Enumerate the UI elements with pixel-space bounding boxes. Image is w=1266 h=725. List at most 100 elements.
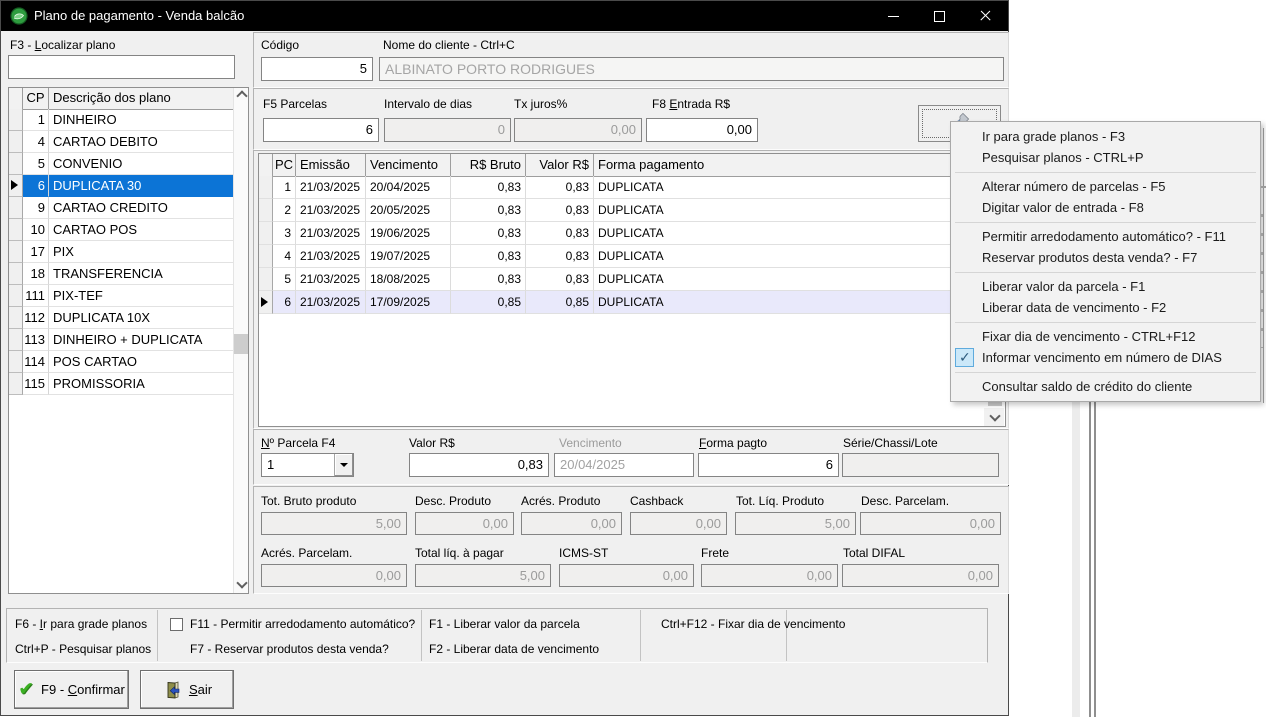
valor-cell[interactable]: 0,83 xyxy=(526,222,594,245)
plan-desc-cell[interactable]: CARTAO CREDITO xyxy=(49,197,233,219)
installments-table[interactable]: PC Emissão Vencimento R$ Bruto Valor R$ … xyxy=(258,153,1006,427)
plan-desc-cell[interactable]: POS CARTAO xyxy=(49,351,233,373)
plan-row[interactable]: 10 CARTAO POS xyxy=(9,219,233,241)
installment-row[interactable]: 4 21/03/2025 19/07/2025 0,83 0,83 DUPLIC… xyxy=(259,245,982,268)
emissao-cell[interactable]: 21/03/2025 xyxy=(296,199,366,222)
pc-cell[interactable]: 6 xyxy=(273,291,296,314)
forma-cell[interactable]: DUPLICATA xyxy=(594,268,982,291)
plan-code-cell[interactable]: 18 xyxy=(23,263,49,285)
column-header-forma[interactable]: Forma pagamento xyxy=(594,154,1005,176)
installment-row[interactable]: 6 21/03/2025 17/09/2025 0,85 0,85 DUPLIC… xyxy=(259,291,982,314)
plan-code-cell[interactable]: 6 xyxy=(23,175,49,197)
plan-row[interactable]: 1 DINHEIRO xyxy=(9,109,233,131)
pc-cell[interactable]: 2 xyxy=(273,199,296,222)
parcelas-field[interactable]: 6 xyxy=(263,118,379,142)
column-header-pc[interactable]: PC xyxy=(273,154,296,176)
bruto-cell[interactable]: 0,83 xyxy=(451,222,526,245)
plan-row[interactable]: 17 PIX xyxy=(9,241,233,263)
plan-desc-cell[interactable]: CARTAO POS xyxy=(49,219,233,241)
plan-row[interactable]: 9 CARTAO CREDITO xyxy=(9,197,233,219)
scroll-down-icon[interactable] xyxy=(236,577,248,589)
plan-row[interactable]: 115 PROMISSORIA xyxy=(9,373,233,395)
plan-row[interactable]: 5 CONVENIO xyxy=(9,153,233,175)
f11-checkbox[interactable] xyxy=(170,618,183,631)
scroll-down-button[interactable] xyxy=(984,408,1004,426)
plan-code-cell[interactable]: 112 xyxy=(23,307,49,329)
vencimento-cell[interactable]: 17/09/2025 xyxy=(366,291,451,314)
codigo-field[interactable]: 5 xyxy=(261,57,373,81)
context-menu-item[interactable]: Ir para grade planos - F3 xyxy=(951,126,1260,147)
emissao-cell[interactable]: 21/03/2025 xyxy=(296,176,366,199)
plan-code-cell[interactable]: 17 xyxy=(23,241,49,263)
plan-code-cell[interactable]: 5 xyxy=(23,153,49,175)
column-header-descricao[interactable]: Descrição dos plano xyxy=(49,88,233,109)
vencimento-cell[interactable]: 18/08/2025 xyxy=(366,268,451,291)
plan-desc-cell[interactable]: PIX xyxy=(49,241,233,263)
forma-cell[interactable]: DUPLICATA xyxy=(594,199,982,222)
emissao-cell[interactable]: 21/03/2025 xyxy=(296,245,366,268)
forma-cell[interactable]: DUPLICATA xyxy=(594,245,982,268)
plan-code-cell[interactable]: 9 xyxy=(23,197,49,219)
pc-cell[interactable]: 3 xyxy=(273,222,296,245)
bruto-cell[interactable]: 0,83 xyxy=(451,268,526,291)
bruto-cell[interactable]: 0,83 xyxy=(451,199,526,222)
maximize-button[interactable] xyxy=(917,1,962,31)
plan-code-cell[interactable]: 115 xyxy=(23,373,49,395)
plan-row[interactable]: 6 DUPLICATA 30 xyxy=(9,175,233,197)
bruto-cell[interactable]: 0,85 xyxy=(451,291,526,314)
plans-table[interactable]: CP Descrição dos plano 1 DINHEIRO 4 CART… xyxy=(8,87,249,594)
context-menu-item[interactable]: Informar vencimento em número de DIAS xyxy=(951,347,1260,368)
vencimento-cell[interactable]: 19/07/2025 xyxy=(366,245,451,268)
plan-row[interactable]: 113 DINHEIRO + DUPLICATA xyxy=(9,329,233,351)
parcela-combobox[interactable]: 1 xyxy=(261,453,354,477)
forma-cell[interactable]: DUPLICATA xyxy=(594,291,982,314)
column-header-cp[interactable]: CP xyxy=(23,88,49,109)
forma-cell[interactable]: DUPLICATA xyxy=(594,222,982,245)
parcela-valor-field[interactable]: 0,83 xyxy=(409,453,549,477)
valor-cell[interactable]: 0,85 xyxy=(526,291,594,314)
minimize-button[interactable] xyxy=(871,1,916,31)
pc-cell[interactable]: 5 xyxy=(273,268,296,291)
plan-code-cell[interactable]: 113 xyxy=(23,329,49,351)
column-header-valor[interactable]: Valor R$ xyxy=(526,154,594,176)
pc-cell[interactable]: 4 xyxy=(273,245,296,268)
emissao-cell[interactable]: 21/03/2025 xyxy=(296,222,366,245)
plan-desc-cell[interactable]: TRANSFERENCIA xyxy=(49,263,233,285)
context-menu-item[interactable]: Liberar data de vencimento - F2 xyxy=(951,297,1260,318)
plans-scrollbar-thumb[interactable] xyxy=(234,334,248,354)
context-menu-item[interactable]: Liberar valor da parcela - F1 xyxy=(951,276,1260,297)
installment-row[interactable]: 5 21/03/2025 18/08/2025 0,83 0,83 DUPLIC… xyxy=(259,268,982,291)
valor-cell[interactable]: 0,83 xyxy=(526,176,594,199)
context-menu-item[interactable]: Permitir arredodamento automático? - F11 xyxy=(951,226,1260,247)
plan-desc-cell[interactable]: CONVENIO xyxy=(49,153,233,175)
plan-row[interactable]: 18 TRANSFERENCIA xyxy=(9,263,233,285)
plan-desc-cell[interactable]: DUPLICATA 10X xyxy=(49,307,233,329)
scroll-up-icon[interactable] xyxy=(236,90,248,102)
plan-code-cell[interactable]: 4 xyxy=(23,131,49,153)
plan-row[interactable]: 111 PIX-TEF xyxy=(9,285,233,307)
bruto-cell[interactable]: 0,83 xyxy=(451,176,526,199)
plan-row[interactable]: 114 POS CARTAO xyxy=(9,351,233,373)
close-button[interactable] xyxy=(963,1,1008,31)
plan-desc-cell[interactable]: CARTAO DEBITO xyxy=(49,131,233,153)
vencimento-cell[interactable]: 20/04/2025 xyxy=(366,176,451,199)
emissao-cell[interactable]: 21/03/2025 xyxy=(296,291,366,314)
titlebar[interactable]: Plano de pagamento - Venda balcão xyxy=(1,1,1008,31)
parcela-combobox-button[interactable] xyxy=(334,454,353,476)
context-menu-item[interactable]: Digitar valor de entrada - F8 xyxy=(951,197,1260,218)
context-menu-item[interactable]: Reservar produtos desta venda? - F7 xyxy=(951,247,1260,268)
pc-cell[interactable]: 1 xyxy=(273,176,296,199)
bruto-cell[interactable]: 0,83 xyxy=(451,245,526,268)
plan-desc-cell[interactable]: DINHEIRO xyxy=(49,109,233,131)
installment-row[interactable]: 3 21/03/2025 19/06/2025 0,83 0,83 DUPLIC… xyxy=(259,222,982,245)
valor-cell[interactable]: 0,83 xyxy=(526,199,594,222)
confirm-button[interactable]: ✔ F9 - Confirmar xyxy=(14,670,129,709)
plan-row[interactable]: 112 DUPLICATA 10X xyxy=(9,307,233,329)
entrada-field[interactable]: 0,00 xyxy=(646,118,758,142)
plan-code-cell[interactable]: 111 xyxy=(23,285,49,307)
emissao-cell[interactable]: 21/03/2025 xyxy=(296,268,366,291)
plan-desc-cell[interactable]: DINHEIRO + DUPLICATA xyxy=(49,329,233,351)
valor-cell[interactable]: 0,83 xyxy=(526,245,594,268)
vencimento-cell[interactable]: 19/06/2025 xyxy=(366,222,451,245)
context-menu-item[interactable]: Alterar número de parcelas - F5 xyxy=(951,176,1260,197)
